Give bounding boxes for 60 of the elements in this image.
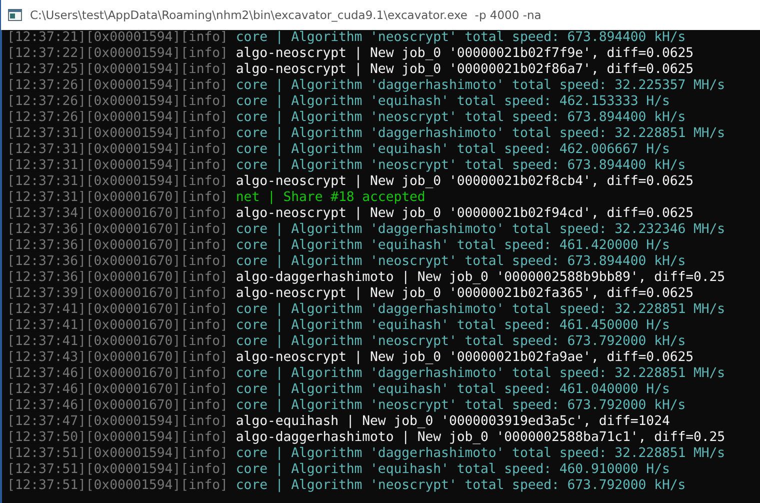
log-message: algo-neoscrypt | New job_0 '00000021b02fa365', diff=0.0625 xyxy=(236,286,694,302)
log-prefix: [12:37:50][0x00001594][info] xyxy=(7,430,228,446)
log-prefix: [12:37:46][0x00001670][info] xyxy=(7,398,228,414)
log-prefix: [12:37:26][0x00001594][info] xyxy=(7,78,228,94)
log-prefix: [12:37:36][0x00001670][info] xyxy=(7,222,228,238)
log-message: net | Share #18 accepted xyxy=(236,190,426,206)
log-prefix: [12:37:25][0x00001594][info] xyxy=(7,62,228,78)
log-message: algo-neoscrypt | New job_0 '00000021b02f7f9e', diff=0.0625 xyxy=(236,46,694,62)
log-message: core | Algorithm 'daggerhashimoto' total speed: 32.232346 MH/s xyxy=(236,222,726,238)
log-message: core | Algorithm 'neoscrypt' total speed: 673.894400 kH/s xyxy=(236,110,686,126)
log-message: algo-neoscrypt | New job_0 '00000021b02f94cd', diff=0.0625 xyxy=(236,206,694,222)
log-message: core | Algorithm 'neoscrypt' total speed: 673.792000 kH/s xyxy=(236,334,686,350)
log-prefix: [12:37:31][0x00001594][info] xyxy=(7,174,228,190)
log-message: core | Algorithm 'equihash' total speed: 462.153333 H/s xyxy=(236,94,670,110)
log-message: algo-daggerhashimoto | New job_0 '0000002588ba71c1', diff=0.25 xyxy=(236,430,726,446)
log-prefix: [12:37:43][0x00001670][info] xyxy=(7,350,228,366)
log-prefix: [12:37:51][0x00001594][info] xyxy=(7,462,228,478)
log-message: algo-neoscrypt | New job_0 '00000021b02f8cb4', diff=0.0625 xyxy=(236,174,694,190)
log-message: core | Algorithm 'neoscrypt' total speed: 673.792000 kH/s xyxy=(236,478,686,494)
log-prefix: [12:37:39][0x00001670][info] xyxy=(7,286,228,302)
log-prefix: [12:37:51][0x00001594][info] xyxy=(7,446,228,462)
log-prefix: [12:37:34][0x00001670][info] xyxy=(7,206,228,222)
log-message: core | Algorithm 'equihash' total speed: 461.450000 H/s xyxy=(236,318,670,334)
log-prefix: [12:37:47][0x00001594][info] xyxy=(7,414,228,430)
log-message: algo-equihash | New job_0 '0000003919ed3a5c', diff=1024 xyxy=(236,414,670,430)
log-message: algo-neoscrypt | New job_0 '00000021b02f86a7', diff=0.0625 xyxy=(236,62,694,78)
log-message: core | Algorithm 'equihash' total speed: 461.420000 H/s xyxy=(236,238,670,254)
log-message: core | Algorithm 'neoscrypt' total speed: 673.894400 kH/s xyxy=(236,158,686,174)
log-prefix: [12:37:26][0x00001594][info] xyxy=(7,110,228,126)
log-message: core | Algorithm 'daggerhashimoto' total speed: 32.228851 MH/s xyxy=(236,302,726,318)
log-prefix: [12:37:31][0x00001594][info] xyxy=(7,142,228,158)
log-message: core | Algorithm 'equihash' total speed: 460.910000 H/s xyxy=(236,462,670,478)
log-prefix: [12:37:46][0x00001670][info] xyxy=(7,382,228,398)
log-message: core | Algorithm 'daggerhashimoto' total speed: 32.225357 MH/s xyxy=(236,78,726,94)
log-prefix: [12:37:21][0x00001594][info] xyxy=(7,30,228,46)
log-message: core | Algorithm 'equihash' total speed: 462.006667 H/s xyxy=(236,142,670,158)
log-prefix: [12:37:46][0x00001670][info] xyxy=(7,366,228,382)
log-prefix: [12:37:41][0x00001670][info] xyxy=(7,334,228,350)
log-prefix: [12:37:51][0x00001594][info] xyxy=(7,478,228,494)
log-message: core | Algorithm 'neoscrypt' total speed: 673.894400 kH/s xyxy=(236,254,686,270)
log-prefix: [12:37:36][0x00001670][info] xyxy=(7,270,228,286)
log-prefix: [12:37:26][0x00001594][info] xyxy=(7,94,228,110)
log-prefix: [12:37:36][0x00001670][info] xyxy=(7,254,228,270)
log-message: core | Algorithm 'daggerhashimoto' total speed: 32.228851 MH/s xyxy=(236,366,726,382)
log-prefix: [12:37:31][0x00001594][info] xyxy=(7,126,228,142)
window-title: C:\Users\test\AppData\Roaming\nhm2\bin\excavator_cuda9.1\excavator.exe -p 4000 -na xyxy=(30,8,542,22)
console-window-icon xyxy=(8,9,22,21)
log-prefix: [12:37:41][0x00001670][info] xyxy=(7,318,228,334)
log-message: core | Algorithm 'daggerhashimoto' total speed: 32.228851 MH/s xyxy=(236,126,726,142)
log-message: algo-neoscrypt | New job_0 '00000021b02fa9ae', diff=0.0625 xyxy=(236,350,694,366)
log-message: core | Algorithm 'equihash' total speed: 461.040000 H/s xyxy=(236,382,670,398)
log-message: core | Algorithm 'neoscrypt' total speed: 673.894400 kH/s xyxy=(236,30,686,46)
log-message: algo-daggerhashimoto | New job_0 '0000002588b9bb89', diff=0.25 xyxy=(236,270,726,286)
log-prefix: [12:37:36][0x00001670][info] xyxy=(7,238,228,254)
log-message: core | Algorithm 'daggerhashimoto' total speed: 32.228851 MH/s xyxy=(236,446,726,462)
log-prefix: [12:37:31][0x00001670][info] xyxy=(7,190,228,206)
log-prefix: [12:37:31][0x00001594][info] xyxy=(7,158,228,174)
log-message: core | Algorithm 'neoscrypt' total speed: 673.792000 kH/s xyxy=(236,398,686,414)
log-prefix: [12:37:22][0x00001594][info] xyxy=(7,46,228,62)
log-prefix: [12:37:41][0x00001670][info] xyxy=(7,302,228,318)
